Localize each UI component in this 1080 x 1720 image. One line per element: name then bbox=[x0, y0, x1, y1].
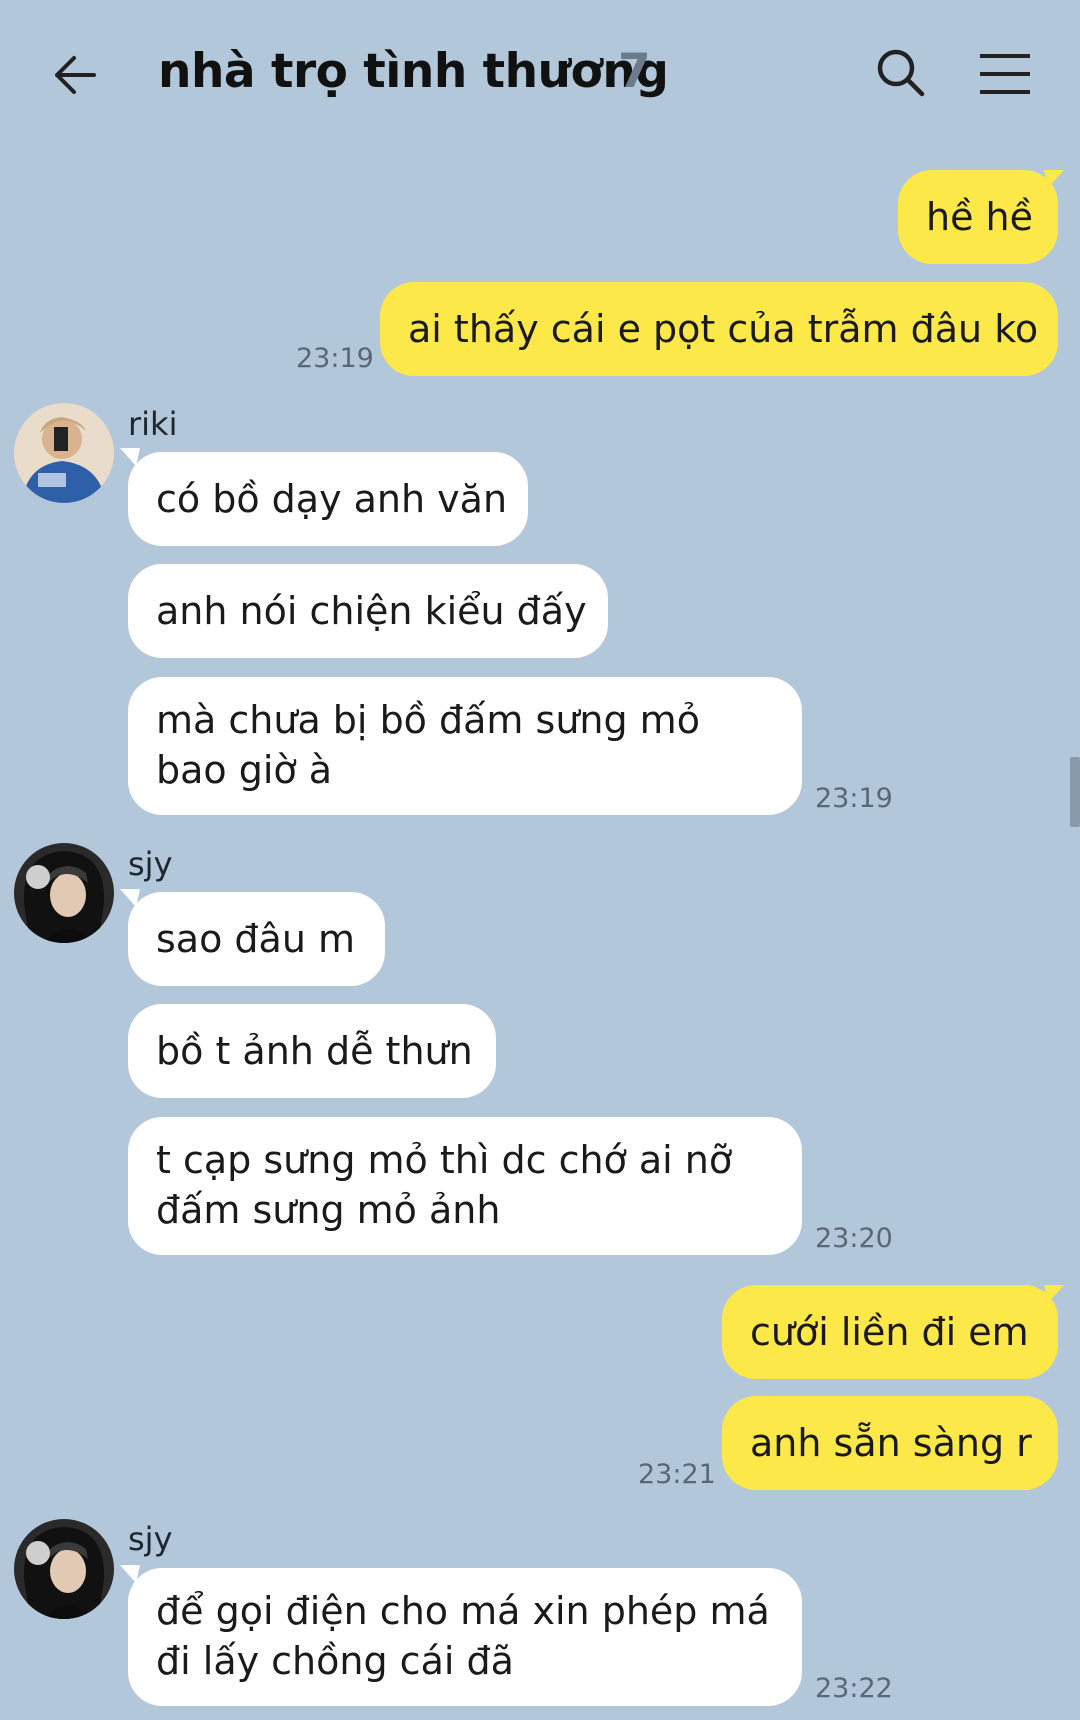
incoming-message[interactable]: anh nói chiện kiểu đấy bbox=[128, 564, 608, 658]
incoming-message[interactable]: t cạp sưng mỏ thì dc chớ ai nỡ đấm sưng … bbox=[128, 1117, 802, 1255]
outgoing-message[interactable]: ai thấy cái e pọt của trẫm đâu ko bbox=[380, 282, 1058, 376]
incoming-message[interactable]: mà chưa bị bồ đấm sưng mỏ bao giờ à bbox=[128, 677, 802, 815]
bubble-tail bbox=[1044, 1285, 1064, 1303]
back-arrow-icon[interactable] bbox=[52, 52, 98, 98]
incoming-message[interactable]: bồ t ảnh dễ thưn bbox=[128, 1004, 496, 1098]
chat-header: nhà trọ tình thương 7 bbox=[0, 0, 1080, 150]
incoming-message[interactable]: để gọi điện cho má xin phép má đi lấy ch… bbox=[128, 1568, 802, 1706]
outgoing-message[interactable]: anh sẵn sàng r bbox=[722, 1396, 1058, 1490]
member-count: 7 bbox=[618, 44, 651, 99]
avatar-riki-image bbox=[14, 403, 114, 503]
outgoing-message[interactable]: cưới liền đi em bbox=[722, 1285, 1058, 1379]
timestamp: 23:22 bbox=[815, 1673, 893, 1704]
avatar-sjy-image bbox=[14, 1519, 114, 1619]
outgoing-message[interactable]: hề hề bbox=[898, 170, 1058, 264]
avatar-sjy-image bbox=[14, 843, 114, 943]
bubble-tail bbox=[1044, 170, 1064, 188]
chat-title: nhà trọ tình thương bbox=[158, 44, 669, 99]
avatar-sjy[interactable] bbox=[14, 1519, 114, 1619]
avatar-riki[interactable] bbox=[14, 403, 114, 503]
incoming-message[interactable]: có bồ dạy anh văn bbox=[128, 452, 528, 546]
timestamp: 23:21 bbox=[638, 1459, 716, 1490]
scrollbar-thumb[interactable] bbox=[1070, 757, 1080, 827]
avatar-sjy[interactable] bbox=[14, 843, 114, 943]
sender-name: sjy bbox=[128, 845, 173, 883]
incoming-message[interactable]: sao đâu m bbox=[128, 892, 385, 986]
menu-icon[interactable] bbox=[978, 52, 1032, 96]
timestamp: 23:20 bbox=[815, 1223, 893, 1254]
sender-name: sjy bbox=[128, 1520, 173, 1558]
search-icon[interactable] bbox=[876, 48, 926, 98]
timestamp: 23:19 bbox=[296, 343, 374, 374]
timestamp: 23:19 bbox=[815, 783, 893, 814]
sender-name: riki bbox=[128, 405, 178, 443]
